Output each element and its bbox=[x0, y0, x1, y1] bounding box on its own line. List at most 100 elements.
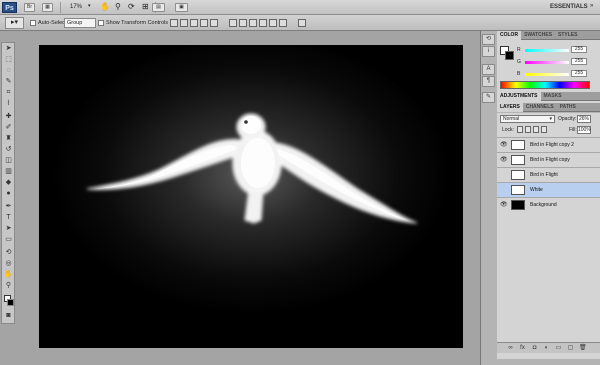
chevron-down-icon[interactable]: ▾ bbox=[88, 3, 91, 9]
tab-swatches[interactable]: SWATCHES bbox=[521, 31, 555, 40]
layer-row[interactable]: Bird in Flight bbox=[497, 167, 600, 182]
blur-tool-icon[interactable]: ◆ bbox=[4, 179, 13, 187]
channel-g-value[interactable]: 255 bbox=[571, 58, 587, 65]
workspace-switcher[interactable]: ESSENTIALS bbox=[550, 3, 588, 12]
align-top-icon[interactable] bbox=[170, 19, 178, 27]
channel-b-slider[interactable] bbox=[525, 73, 569, 76]
lock-all-icon[interactable] bbox=[541, 126, 547, 133]
auto-align-icon[interactable] bbox=[298, 19, 306, 27]
eraser-tool-icon[interactable]: ◫ bbox=[4, 157, 13, 165]
lock-position-icon[interactable] bbox=[533, 126, 539, 133]
eye-icon[interactable]: 👁 bbox=[500, 157, 508, 163]
move-tool-icon[interactable]: ➤ bbox=[4, 45, 13, 53]
gradient-tool-icon[interactable]: ▥ bbox=[4, 168, 13, 176]
link-layers-icon[interactable]: ∞ bbox=[507, 345, 514, 352]
tab-channels[interactable]: CHANNELS bbox=[523, 103, 557, 112]
eye-icon[interactable]: 👁 bbox=[500, 202, 508, 208]
auto-select-dropdown[interactable]: Group bbox=[64, 18, 96, 28]
bridge-button[interactable]: Br bbox=[24, 3, 35, 12]
align-bottom-icon[interactable] bbox=[190, 19, 198, 27]
quick-select-tool-icon[interactable]: ✎ bbox=[4, 78, 13, 86]
fill-field[interactable]: 100% bbox=[577, 126, 591, 134]
type-tool-icon[interactable]: T bbox=[4, 214, 13, 222]
character-icon[interactable]: A bbox=[482, 64, 495, 75]
lock-image-icon[interactable] bbox=[525, 126, 531, 133]
trash-icon[interactable]: 🗑 bbox=[579, 345, 587, 352]
tab-styles[interactable]: STYLES bbox=[555, 31, 580, 40]
background-swatch[interactable] bbox=[505, 51, 514, 60]
history-brush-tool-icon[interactable]: ↺ bbox=[4, 146, 13, 154]
chevron-right-icon[interactable]: » bbox=[590, 3, 593, 9]
new-layer-icon[interactable]: ▢ bbox=[567, 345, 574, 352]
crop-tool-icon[interactable]: ⌗ bbox=[4, 89, 13, 97]
align-vcenter-icon[interactable] bbox=[180, 19, 188, 27]
layer-mask-icon[interactable]: ◘ bbox=[531, 345, 538, 352]
document-canvas[interactable] bbox=[39, 45, 463, 348]
dodge-tool-icon[interactable]: ● bbox=[4, 190, 13, 198]
view-extras-button[interactable]: ▦ bbox=[42, 3, 53, 12]
grid-icon[interactable]: ⊞ bbox=[142, 2, 149, 11]
distribute-right-icon[interactable] bbox=[279, 19, 287, 27]
lock-transparent-icon[interactable] bbox=[517, 126, 523, 133]
eye-icon[interactable] bbox=[500, 172, 506, 178]
color-spectrum-bar[interactable] bbox=[500, 81, 590, 89]
tab-adjustments[interactable]: ADJUSTMENTS bbox=[497, 92, 541, 101]
channel-g-slider[interactable] bbox=[525, 61, 569, 64]
align-hcenter-icon[interactable] bbox=[210, 19, 218, 27]
eye-icon[interactable]: 👁 bbox=[500, 142, 508, 148]
3d-orbit-tool-icon[interactable]: ◎ bbox=[4, 260, 13, 268]
screen-mode-button[interactable]: ▣ bbox=[175, 3, 188, 12]
channel-r-value[interactable]: 255 bbox=[571, 46, 587, 53]
hand-tool-icon[interactable]: ✋ bbox=[4, 271, 13, 279]
layer-style-icon[interactable]: fx bbox=[519, 345, 526, 352]
zoom-tool-icon[interactable]: ⚲ bbox=[4, 282, 13, 290]
bird-image bbox=[51, 45, 451, 320]
shape-tool-icon[interactable]: ▭ bbox=[4, 236, 13, 244]
distribute-hcenter-icon[interactable] bbox=[269, 19, 277, 27]
adjustment-layer-icon[interactable]: ◐ bbox=[543, 345, 550, 352]
blend-mode-dropdown[interactable]: Normal ▾ bbox=[500, 115, 555, 123]
tab-paths[interactable]: PATHS bbox=[557, 103, 579, 112]
tab-layers[interactable]: LAYERS bbox=[497, 103, 523, 112]
channel-b-label: B bbox=[517, 71, 521, 77]
zoom-tool-icon[interactable]: ⚲ bbox=[115, 2, 121, 11]
eye-icon[interactable] bbox=[500, 187, 506, 193]
pen-tool-icon[interactable]: ✒ bbox=[4, 203, 13, 211]
quick-mask-icon[interactable]: ◙ bbox=[4, 312, 13, 320]
distribute-bottom-icon[interactable] bbox=[249, 19, 257, 27]
distribute-top-icon[interactable] bbox=[229, 19, 237, 27]
hand-tool-icon[interactable]: ✋ bbox=[100, 2, 110, 11]
healing-brush-tool-icon[interactable]: ✚ bbox=[4, 113, 13, 121]
rotate-view-icon[interactable]: ⟳ bbox=[128, 2, 135, 11]
distribute-left-icon[interactable] bbox=[259, 19, 267, 27]
brush-tool-icon[interactable]: ✐ bbox=[4, 124, 13, 132]
lasso-tool-icon[interactable]: ◌ bbox=[4, 67, 13, 75]
info-icon[interactable]: i bbox=[482, 46, 495, 57]
opacity-field[interactable]: 26% bbox=[577, 115, 591, 123]
tool-preset-picker[interactable]: ▸▾ bbox=[5, 17, 24, 29]
channel-r-slider[interactable] bbox=[525, 49, 569, 52]
3d-rotate-tool-icon[interactable]: ⟲ bbox=[4, 249, 13, 257]
paragraph-icon[interactable]: ¶ bbox=[482, 76, 495, 87]
arrange-documents-button[interactable]: ▤ bbox=[152, 3, 165, 12]
layer-row[interactable]: 👁 Bird in Flight copy 2 bbox=[497, 137, 600, 152]
history-icon[interactable]: ⟲ bbox=[482, 34, 495, 45]
new-group-icon[interactable]: ▭ bbox=[555, 345, 562, 352]
eyedropper-tool-icon[interactable]: ⌇ bbox=[4, 100, 13, 108]
clone-stamp-tool-icon[interactable]: ♜ bbox=[4, 135, 13, 143]
marquee-tool-icon[interactable]: ⬚ bbox=[4, 56, 13, 64]
show-transform-checkbox[interactable] bbox=[98, 20, 104, 26]
path-selection-tool-icon[interactable]: ➤ bbox=[4, 225, 13, 233]
tab-color[interactable]: COLOR bbox=[497, 31, 522, 40]
zoom-level[interactable]: 17% bbox=[70, 3, 82, 12]
tab-masks[interactable]: MASKS bbox=[541, 92, 565, 101]
brushes-icon[interactable]: ✎ bbox=[482, 92, 495, 103]
auto-select-checkbox[interactable] bbox=[30, 20, 36, 26]
layer-row[interactable]: 👁 Background bbox=[497, 197, 600, 212]
layer-row[interactable]: 👁 Bird in Flight copy bbox=[497, 152, 600, 167]
layer-row-selected[interactable]: White bbox=[497, 182, 600, 197]
channel-b-value[interactable]: 255 bbox=[571, 70, 587, 77]
background-color-swatch[interactable] bbox=[7, 299, 14, 306]
align-left-icon[interactable] bbox=[200, 19, 208, 27]
distribute-vcenter-icon[interactable] bbox=[239, 19, 247, 27]
